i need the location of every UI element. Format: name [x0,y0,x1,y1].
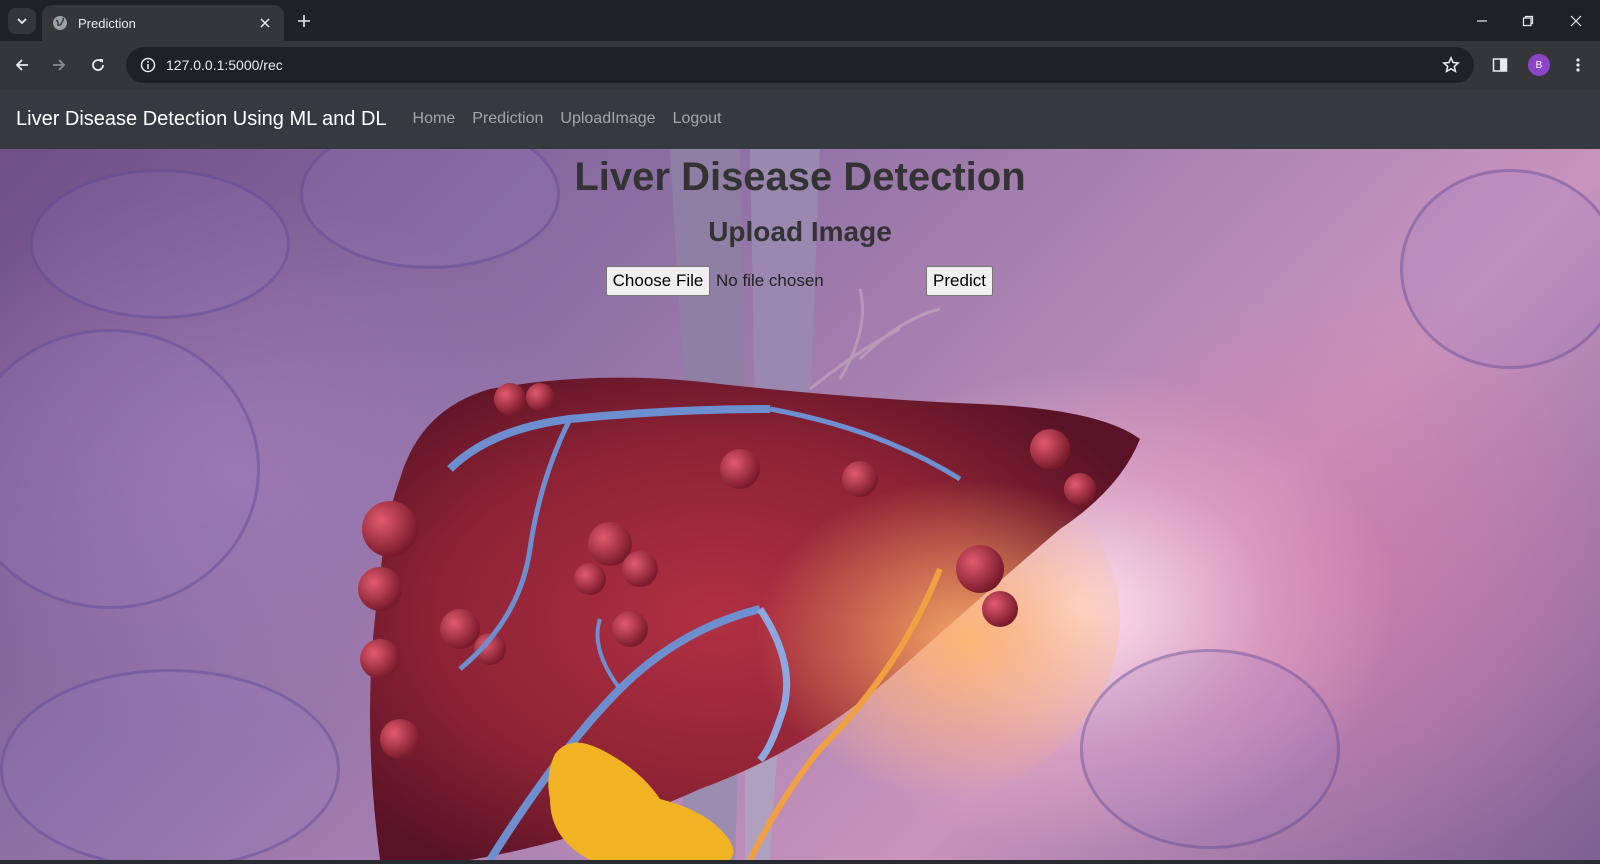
info-icon[interactable] [136,53,160,77]
browser-toolbar: 127.0.0.1:5000/rec B [0,41,1600,89]
page-title: Liver Disease Detection [574,155,1026,199]
choose-file-button[interactable]: Choose File [606,266,710,296]
file-status: No file chosen [716,271,824,290]
forward-icon[interactable] [45,51,73,79]
predict-button[interactable]: Predict [926,266,993,296]
profile-avatar[interactable]: B [1528,54,1550,76]
site-navbar: Liver Disease Detection Using ML and DL … [0,89,1600,149]
plus-icon[interactable] [292,9,316,33]
close-icon[interactable] [256,14,274,32]
background-cell [0,669,340,860]
bottom-edge [0,860,1600,864]
nav-link-prediction[interactable]: Prediction [472,110,543,128]
window-close-icon[interactable] [1554,6,1598,36]
upload-heading: Upload Image [708,216,892,247]
restore-icon[interactable] [1506,6,1550,36]
minimize-icon[interactable] [1460,6,1504,36]
background-cell [0,329,260,609]
globe-icon [52,15,68,31]
url-text[interactable]: 127.0.0.1:5000/rec [166,57,1436,73]
site-brand[interactable]: Liver Disease Detection Using ML and DL [16,108,387,131]
nav-link-home[interactable]: Home [413,110,456,128]
upload-form: Choose File No file chosen Predict [606,266,996,298]
reload-icon[interactable] [84,51,112,79]
liver-illustration [358,149,1140,860]
nav-link-logout[interactable]: Logout [673,110,722,128]
tab-title: Prediction [78,15,136,31]
nav-link-uploadimage[interactable]: UploadImage [560,110,655,128]
main-content: Liver Disease Detection Upload Image [0,149,1600,249]
menu-dots-icon[interactable] [1564,51,1592,79]
back-icon[interactable] [8,51,36,79]
star-icon[interactable] [1436,50,1466,80]
address-bar[interactable]: 127.0.0.1:5000/rec [126,47,1474,83]
active-tab[interactable]: Prediction [42,5,284,41]
web-page: Liver Disease Detection Using ML and DL … [0,89,1600,860]
tab-strip: Prediction [0,0,1600,41]
hero-background: Liver Disease Detection Upload Image Cho… [0,149,1600,860]
tab-search-icon [17,18,27,25]
tab-search-button[interactable] [8,8,36,34]
side-panel-icon[interactable] [1486,51,1514,79]
